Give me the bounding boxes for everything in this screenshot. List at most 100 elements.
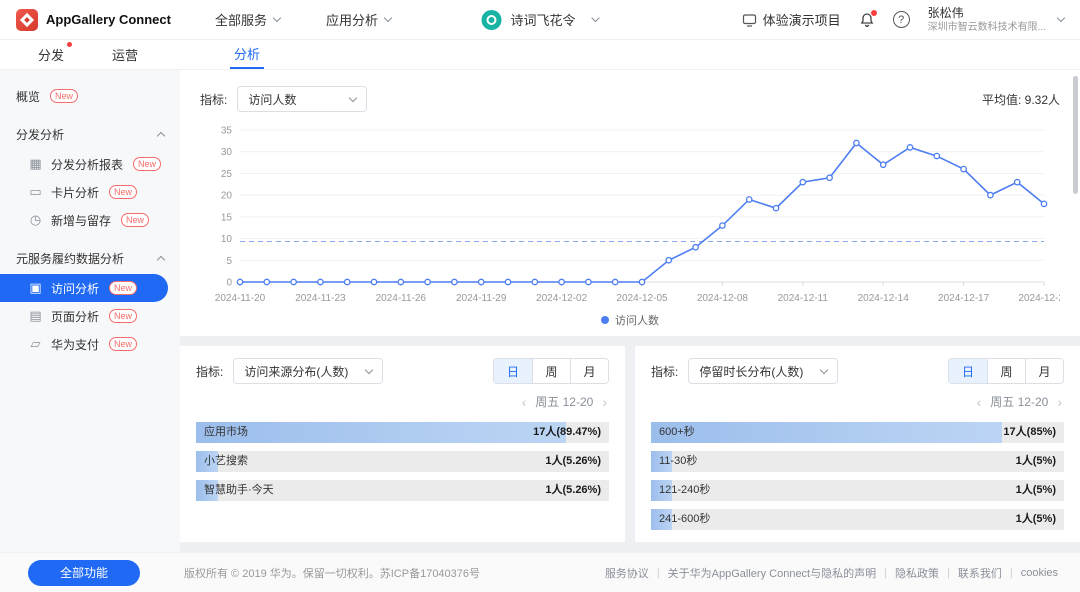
nav-all-services-label: 全部服务	[215, 10, 267, 29]
svg-text:25: 25	[221, 169, 233, 180]
footer-link[interactable]: 关于华为AppGallery Connect与隐私的声明	[668, 565, 876, 581]
app-selector[interactable]: 诗词飞花令	[481, 10, 598, 30]
next-day-button[interactable]: ›	[602, 395, 607, 409]
average-number: 9.32人	[1025, 93, 1060, 107]
svg-text:2024-11-26: 2024-11-26	[376, 293, 427, 304]
period-tab-月[interactable]: 月	[570, 359, 608, 383]
svg-text:35: 35	[221, 126, 233, 137]
new-badge: New	[109, 309, 137, 323]
sidebar-item-new-and-retention[interactable]: ◷ 新增与留存 New	[0, 206, 180, 234]
chart-legend[interactable]: 访问人数	[200, 308, 1060, 336]
svg-text:15: 15	[221, 212, 233, 223]
sidebar-section[interactable]: 元服务履约数据分析	[0, 242, 180, 274]
bar-value: 1人(5%)	[1016, 451, 1056, 472]
separator: |	[884, 567, 887, 579]
help-icon[interactable]: ?	[893, 11, 910, 28]
app-name: 诗词飞花令	[510, 10, 575, 29]
svg-text:2024-12-20: 2024-12-20	[1018, 293, 1060, 304]
source-metric-select[interactable]: 访问来源分布(人数)	[233, 358, 383, 384]
next-day-button[interactable]: ›	[1057, 395, 1062, 409]
footer-link[interactable]: 服务协议	[605, 565, 649, 581]
period-tab-日[interactable]: 日	[949, 359, 987, 383]
period-tab-周[interactable]: 周	[987, 359, 1025, 383]
metric-select[interactable]: 访问人数	[237, 86, 367, 112]
period-tab-月[interactable]: 月	[1025, 359, 1063, 383]
brand-name: AppGallery Connect	[46, 12, 171, 27]
duration-metric-select[interactable]: 停留时长分布(人数)	[688, 358, 838, 384]
nav-app-analysis[interactable]: 应用分析	[326, 10, 391, 29]
stay-duration-card: 指标: 停留时长分布(人数) 日周月 ‹ 周五 12-20 › 600+秒17人…	[635, 346, 1080, 542]
sidebar-section[interactable]: 分发分析	[0, 118, 180, 150]
metric-label: 指标:	[196, 363, 223, 380]
source-bars: 应用市场17人(89.47%) 小艺搜索1人(5.26%) 智慧助手·今天1人(5.…	[196, 422, 609, 501]
user-menu[interactable]: 张松伟 深圳市智云数科技术有限...	[928, 6, 1064, 34]
distribution-bar: 小艺搜索1人(5.26%)	[196, 451, 609, 472]
sub-tabs: 分析	[230, 40, 264, 69]
chevron-down-icon	[349, 93, 357, 101]
nav-all-services[interactable]: 全部服务	[215, 10, 280, 29]
all-features-button[interactable]: 全部功能	[28, 560, 140, 586]
bar-label: 小艺搜索	[204, 451, 248, 472]
duration-metric-value: 停留时长分布(人数)	[699, 363, 803, 380]
period-tab-日[interactable]: 日	[494, 359, 532, 383]
new-badge: New	[121, 213, 149, 227]
bar-value: 1人(5%)	[1016, 480, 1056, 501]
footer-link[interactable]: cookies	[1021, 567, 1058, 579]
metric-row: 指标: 访问人数 平均值: 9.32人	[200, 78, 1060, 120]
chevron-down-icon	[384, 14, 392, 22]
sidebar-item-overview[interactable]: 概览 New	[0, 82, 180, 110]
bar-value: 17人(89.47%)	[533, 422, 601, 443]
appgallery-logo-icon	[16, 9, 38, 31]
metric-label: 指标:	[200, 91, 227, 108]
tab-distribution[interactable]: 分发	[38, 45, 64, 64]
current-date-label: 周五 12-20	[535, 393, 593, 410]
footer-link[interactable]: 隐私政策	[895, 565, 939, 581]
sidebar-item-label: 访问分析	[51, 280, 99, 297]
sidebar-item-distribution-report[interactable]: ▦分发分析报表New	[0, 150, 180, 178]
tab-analysis[interactable]: 分析	[230, 40, 264, 69]
new-badge: New	[133, 157, 161, 171]
distribution-bar: 600+秒17人(85%)	[651, 422, 1064, 443]
sidebar-item-visit-analysis[interactable]: ▣访问分析New	[0, 274, 168, 302]
distribution-bar: 智慧助手·今天1人(5.26%)	[196, 480, 609, 501]
chevron-down-icon	[820, 365, 828, 373]
sidebar-section-label: 元服务履约数据分析	[16, 250, 124, 267]
prev-day-button[interactable]: ‹	[522, 395, 527, 409]
user-company: 深圳市智云数科技术有限...	[928, 21, 1046, 34]
sidebar-item-card-analysis[interactable]: ▭卡片分析New	[0, 178, 180, 206]
sidebar-item-label: 华为支付	[51, 336, 99, 353]
zone-tabs: 分发 运营	[0, 40, 180, 69]
period-tab-周[interactable]: 周	[532, 359, 570, 383]
sidebar-item-label: 分发分析报表	[51, 156, 123, 173]
notification-dot	[871, 10, 877, 16]
scrollbar[interactable]	[1073, 76, 1078, 194]
new-badge: New	[50, 89, 78, 103]
card-icon: ▭	[28, 184, 43, 200]
sidebar-item-page-analysis[interactable]: ▤页面分析New	[0, 302, 180, 330]
footer-link[interactable]: 联系我们	[958, 565, 1002, 581]
top-nav: 全部服务 应用分析	[215, 10, 391, 29]
footer-links: 服务协议|关于华为AppGallery Connect与隐私的声明|隐私政策|联…	[605, 565, 1058, 581]
tab-distribution-label: 分发	[38, 48, 64, 63]
period-segmented-control: 日周月	[948, 358, 1064, 384]
retention-clock-icon: ◷	[28, 212, 43, 228]
distribution-bar: 121-240秒1人(5%)	[651, 480, 1064, 501]
sidebar-item-huawei-pay[interactable]: ▱华为支付New	[0, 330, 180, 358]
page-icon: ▤	[28, 308, 43, 324]
sidebar-item-label: 概览	[16, 88, 40, 105]
demo-project-link[interactable]: 体验演示项目	[742, 10, 841, 29]
bar-fill	[196, 422, 566, 443]
tab-operation[interactable]: 运营	[112, 45, 138, 64]
brand[interactable]: AppGallery Connect	[16, 9, 191, 31]
duration-bars: 600+秒17人(85%)11-30秒1人(5%)121-240秒1人(5%)2…	[651, 422, 1064, 530]
distribution-bar: 应用市场17人(89.47%)	[196, 422, 609, 443]
second-bar: 分发 运营 分析	[0, 40, 1080, 70]
prev-day-button[interactable]: ‹	[977, 395, 982, 409]
distribution-cards: 指标: 访问来源分布(人数) 日周月 ‹ 周五 12-20 › 应用市场17人(…	[180, 346, 1080, 542]
app-icon	[481, 10, 501, 30]
sidebar-item-label: 新增与留存	[51, 212, 111, 229]
svg-text:2024-12-05: 2024-12-05	[616, 293, 668, 304]
svg-text:5: 5	[226, 256, 232, 267]
notification-bell-icon[interactable]	[859, 12, 875, 28]
visit-line-chart: 051015202530352024-11-202024-11-232024-1…	[200, 120, 1060, 308]
